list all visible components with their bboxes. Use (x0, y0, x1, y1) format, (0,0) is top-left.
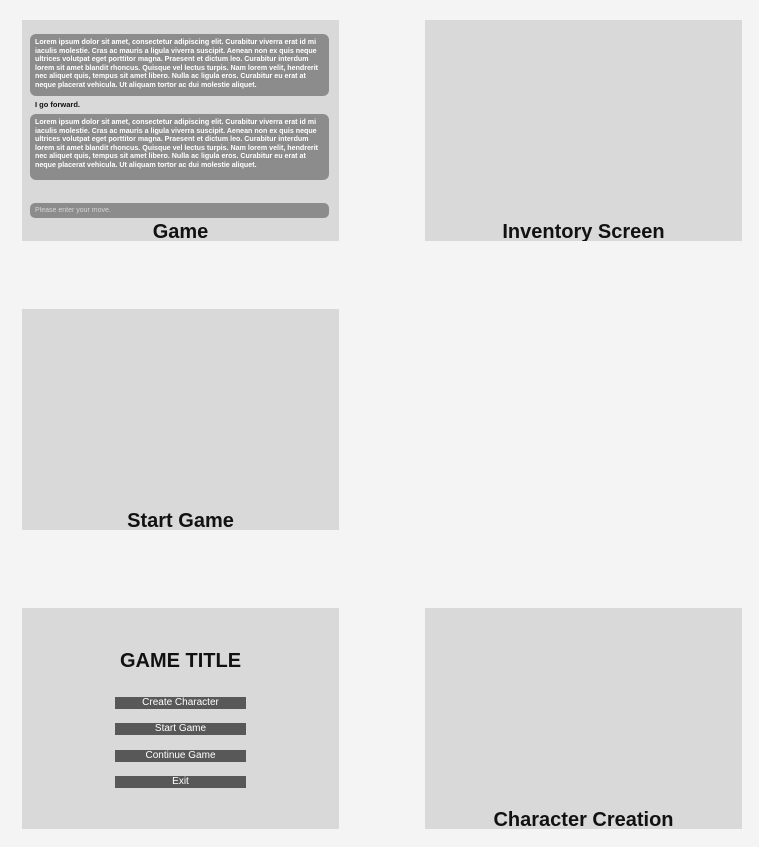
frame-title-start-game: Start Game (127, 510, 234, 530)
main-menu-frame: GAME TITLE Create Character Start Game C… (22, 608, 339, 829)
frame-title-character-creation: Character Creation (493, 809, 674, 829)
inventory-frame: Inventory Screen (425, 20, 742, 241)
game-title: GAME TITLE (119, 650, 242, 672)
game-frame: Lorem ipsum dolor sit amet, consectetur … (22, 20, 339, 241)
create-character-button[interactable]: Create Character (115, 697, 246, 709)
frame-title-game: Game (152, 221, 209, 241)
exit-button[interactable]: Exit (115, 776, 246, 788)
start-game-button[interactable]: Start Game (115, 723, 246, 735)
game-message: Lorem ipsum dolor sit amet, consectetur … (30, 114, 329, 180)
game-message: Lorem ipsum dolor sit amet, consectetur … (30, 34, 329, 96)
move-input[interactable] (30, 203, 329, 218)
continue-game-button[interactable]: Continue Game (115, 750, 246, 762)
start-game-frame: Start Game (22, 309, 339, 530)
character-creation-frame: Character Creation (425, 608, 742, 829)
frame-title-inventory: Inventory Screen (502, 221, 665, 241)
player-command: I go forward. (35, 100, 80, 109)
